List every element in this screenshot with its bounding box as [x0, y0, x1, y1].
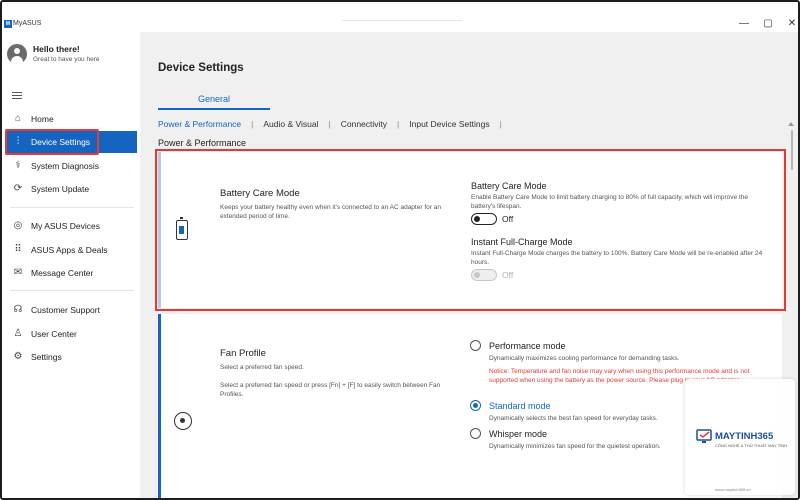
option-title: Whisper mode [489, 429, 548, 439]
user-subtitle: Great to have you here [33, 56, 100, 63]
separator: | [251, 119, 254, 129]
subtab-bar: Power & Performance | Audio & Visual | Conne… [158, 119, 512, 129]
card-description: Select a preferred fan speed. [220, 364, 304, 371]
sidebar-item-label: ASUS Apps & Deals [31, 245, 108, 255]
diagnosis-icon: ⚕ [15, 160, 21, 171]
divider [10, 290, 134, 291]
minimize-button[interactable]: — [737, 18, 751, 30]
page-title: Device Settings [158, 62, 244, 74]
sidebar-item-label: System Diagnosis [31, 161, 100, 171]
watermark-url: www.maytinh365.vn [715, 487, 751, 492]
fan-icon [174, 412, 192, 430]
scrollbar-thumb[interactable] [791, 130, 793, 170]
user-icon: ♙ [13, 328, 23, 339]
scroll-up-arrow-icon[interactable] [788, 122, 794, 126]
card-description: Select a preferred fan speed or press [F… [220, 382, 441, 398]
standard-mode-radio[interactable] [470, 400, 481, 411]
home-icon: ⌂ [14, 113, 22, 124]
whisper-mode-radio[interactable] [470, 428, 481, 439]
tab-general[interactable]: General [198, 94, 230, 104]
sidebar-item-home[interactable]: ⌂ Home [2, 108, 140, 130]
separator: | [499, 119, 502, 129]
highlight-box [5, 129, 99, 155]
separator: | [397, 119, 400, 129]
headset-icon: ☊ [13, 304, 23, 315]
sidebar-item-customer-support[interactable]: ☊ Customer Support [2, 299, 140, 321]
menu-icon[interactable] [12, 92, 22, 99]
sidebar-item-label: Home [31, 114, 54, 124]
sidebar-item-settings[interactable]: ⚙ Settings [2, 346, 140, 368]
subtab-connectivity[interactable]: Connectivity [341, 119, 387, 129]
watermark-name: MAYTINH365 [715, 431, 774, 442]
sidebar-item-label: Customer Support [31, 305, 100, 315]
close-button[interactable]: ✕ [785, 18, 798, 30]
app-title: MyASUS [13, 20, 42, 27]
option-title: Performance mode [489, 341, 566, 351]
maytinh365-logo-icon [696, 429, 712, 443]
grid-icon: ⠿ [14, 244, 22, 255]
message-icon: ✉ [13, 267, 23, 278]
sidebar-item-message-center[interactable]: ✉ Message Center [2, 262, 140, 284]
avatar[interactable] [7, 44, 27, 64]
gear-icon: ⚙ [13, 351, 23, 362]
performance-mode-radio[interactable] [470, 340, 481, 351]
sidebar-item-label: Message Center [31, 268, 94, 278]
sidebar: Hello there! Great to have you here ⌂ Ho… [2, 32, 140, 498]
sidebar-item-my-asus-devices[interactable]: ◎ My ASUS Devices [2, 215, 140, 237]
maximize-button[interactable]: ▢ [761, 18, 775, 30]
sidebar-item-apps-deals[interactable]: ⠿ ASUS Apps & Deals [2, 239, 140, 261]
sidebar-item-system-diagnosis[interactable]: ⚕ System Diagnosis [2, 155, 140, 177]
highlight-box [155, 149, 786, 311]
title-drag-handle[interactable] [342, 20, 462, 21]
option-description: Dynamically maximizes cooling performanc… [489, 355, 680, 362]
globe-icon: ◎ [13, 220, 23, 231]
watermark: MAYTINH365 CÔNG NGHỆ & THỦ THUẬT MÁY TÍN… [685, 379, 795, 495]
section-heading: Power & Performance [158, 138, 247, 148]
sidebar-item-label: Settings [31, 352, 62, 362]
app-window: M MyASUS — ▢ ✕ Hello there! Great to hav… [0, 0, 800, 500]
myasus-logo-icon: M [4, 20, 12, 28]
subtab-audio-visual[interactable]: Audio & Visual [263, 119, 318, 129]
sidebar-item-user-center[interactable]: ♙ User Center [2, 323, 140, 345]
card-title: Fan Profile [220, 348, 266, 359]
user-greeting: Hello there! [33, 44, 80, 54]
title-bar: M MyASUS — ▢ ✕ [2, 2, 798, 32]
sidebar-item-label: My ASUS Devices [31, 221, 100, 231]
sidebar-item-label: User Center [31, 329, 77, 339]
sidebar-item-system-update[interactable]: ⟳ System Update [2, 178, 140, 200]
update-icon: ⟳ [13, 183, 23, 194]
separator: | [328, 119, 331, 129]
divider [10, 207, 134, 208]
tab-indicator [158, 108, 270, 110]
sidebar-item-label: System Update [31, 184, 90, 194]
subtab-power-performance[interactable]: Power & Performance [158, 119, 241, 129]
option-title: Standard mode [489, 401, 551, 411]
watermark-tagline: CÔNG NGHỆ & THỦ THUẬT MÁY TÍNH [715, 443, 788, 448]
subtab-input-device-settings[interactable]: Input Device Settings [409, 119, 489, 129]
